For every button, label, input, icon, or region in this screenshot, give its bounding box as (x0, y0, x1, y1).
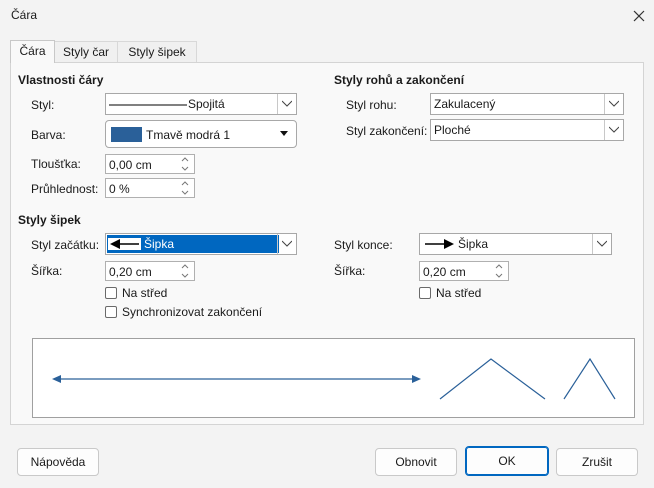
cap-style-dropdown[interactable]: Ploché (430, 119, 624, 141)
spin-up-icon[interactable] (492, 262, 506, 271)
spin-down-icon[interactable] (178, 271, 192, 280)
start-width-label: Šířka: (31, 264, 63, 278)
chevron-down-icon[interactable] (277, 234, 296, 254)
end-center-checkbox[interactable] (419, 287, 431, 299)
start-width-spinner[interactable]: 0,20 cm (105, 261, 195, 281)
end-style-label: Styl konce: (334, 238, 393, 252)
line-width-spinner[interactable]: 0,00 cm (105, 154, 195, 174)
tab-styly-car[interactable]: Styly čar (54, 41, 118, 62)
reset-button[interactable]: Obnovit (375, 448, 457, 476)
spin-down-icon[interactable] (492, 271, 506, 280)
cap-style-label: Styl zakončení: (346, 124, 428, 138)
style-label: Styl: (31, 98, 55, 112)
spin-up-icon[interactable] (178, 155, 192, 164)
start-center-label: Na střed (122, 286, 168, 300)
chevron-down-icon[interactable] (604, 120, 623, 140)
arrow-end-icon (425, 239, 454, 249)
caret-down-icon[interactable] (280, 131, 288, 136)
window-title: Čára (11, 8, 38, 22)
color-swatch (111, 127, 142, 142)
corner-style-label: Styl rohu: (346, 98, 397, 112)
corner-cap-heading: Styly rohů a zakončení (334, 73, 465, 87)
start-style-label: Styl začátku: (31, 238, 100, 252)
sync-caps-label: Synchronizovat zakončení (122, 305, 263, 319)
preview-corner-narrow (563, 357, 616, 400)
end-center-label: Na střed (436, 286, 482, 300)
start-style-value: Šipka (144, 237, 175, 251)
transparency-value: 0 % (109, 182, 130, 196)
close-icon[interactable] (628, 5, 650, 27)
end-style-dropdown[interactable]: Šipka (419, 233, 612, 255)
corner-style-value: Zakulacený (434, 97, 496, 111)
ok-button[interactable]: OK (465, 446, 549, 476)
selected-highlight: Šipka (107, 235, 279, 253)
spin-up-icon[interactable] (178, 262, 192, 271)
cap-style-value: Ploché (434, 123, 471, 137)
start-style-dropdown[interactable]: Šipka (105, 233, 297, 255)
arrow-styles-heading: Styly šipek (18, 213, 81, 227)
end-width-spinner[interactable]: 0,20 cm (419, 261, 509, 281)
tab-styly-sipek[interactable]: Styly šipek (117, 41, 197, 62)
transparency-spinner[interactable]: 0 % (105, 178, 195, 198)
line-color-dropdown[interactable]: Tmavě modrá 1 (105, 120, 297, 148)
arrow-start-icon (108, 238, 141, 250)
spin-up-icon[interactable] (178, 179, 192, 188)
title-bar (0, 0, 654, 32)
width-label: Tloušťka: (31, 157, 81, 171)
start-center-checkbox[interactable] (105, 287, 117, 299)
line-style-dropdown[interactable]: Spojitá (105, 93, 297, 115)
end-width-value: 0,20 cm (423, 265, 466, 279)
line-style-value: Spojitá (188, 97, 225, 111)
end-style-value: Šipka (458, 237, 489, 251)
preview-arrow-end (412, 375, 421, 383)
preview-corner-wide (439, 358, 546, 400)
preview-canvas (52, 357, 616, 400)
spin-down-icon[interactable] (178, 188, 192, 197)
spin-down-icon[interactable] (178, 164, 192, 173)
color-label: Barva: (31, 128, 66, 142)
start-width-value: 0,20 cm (109, 265, 152, 279)
chevron-down-icon[interactable] (592, 234, 611, 254)
line-color-value: Tmavě modrá 1 (146, 128, 231, 142)
sync-caps-checkbox[interactable] (105, 306, 117, 318)
chevron-down-icon[interactable] (604, 94, 623, 114)
chevron-down-icon[interactable] (277, 94, 296, 114)
end-width-label: Šířka: (334, 264, 366, 278)
line-preview (32, 338, 635, 418)
line-properties-heading: Vlastnosti čáry (18, 73, 104, 87)
preview-arrow-start (52, 375, 61, 383)
transparency-label: Průhlednost: (31, 182, 99, 196)
tab-cara[interactable]: Čára (10, 40, 55, 63)
help-button[interactable]: Nápověda (17, 448, 99, 476)
solid-line-icon (109, 104, 187, 106)
line-width-value: 0,00 cm (109, 158, 152, 172)
corner-style-dropdown[interactable]: Zakulacený (430, 93, 624, 115)
cancel-button[interactable]: Zrušit (556, 448, 638, 476)
